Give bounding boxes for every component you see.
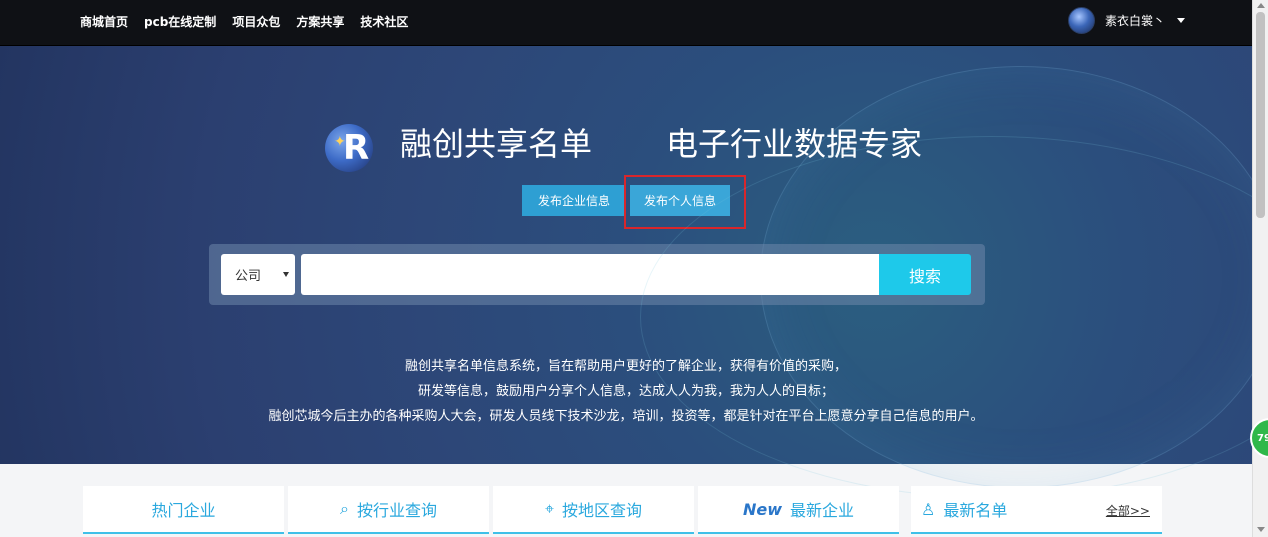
scroll-thumb[interactable]: [1256, 12, 1265, 218]
top-nav: 商城首页 pcb在线定制 项目众包 方案共享 技术社区: [80, 13, 408, 30]
nav-pcb-custom[interactable]: pcb在线定制: [144, 13, 216, 30]
search-input[interactable]: [301, 254, 879, 295]
username[interactable]: 素衣白裳丶: [1105, 12, 1165, 29]
tab-hot-enterprises[interactable]: 热门企业: [83, 486, 284, 534]
nav-solution-share[interactable]: 方案共享: [296, 13, 344, 30]
dropdown-arrow-icon: [283, 272, 290, 277]
category-tabs: 热门企业 ⌕ 按行业查询 ⌖ 按地区查询 New 最新企业 ♙ 最新名单 全部>…: [83, 486, 1162, 534]
tab-industry-label: 按行业查询: [356, 501, 437, 520]
top-navbar: 商城首页 pcb在线定制 项目众包 方案共享 技术社区 素衣白裳丶: [0, 0, 1252, 46]
avatar[interactable]: [1068, 7, 1095, 34]
highlight-box: [624, 175, 746, 229]
user-menu[interactable]: 素衣白裳丶: [1068, 7, 1186, 34]
page-subtitle: 电子行业数据专家: [666, 125, 923, 163]
scroll-down-icon[interactable]: [1257, 527, 1265, 532]
view-all-link[interactable]: 全部>>: [1106, 502, 1150, 519]
search-button[interactable]: 搜索: [879, 254, 971, 295]
search-bar: 公司 搜索: [209, 244, 985, 305]
tab-newest-label: 最新企业: [790, 501, 855, 520]
brand-logo-icon: ✦ R: [325, 124, 373, 172]
hero-banner: ✦ R 融创共享名单 电子行业数据专家 发布企业信息 发布个人信息 公司 搜索 …: [0, 46, 1268, 498]
tab-by-industry[interactable]: ⌕ 按行业查询: [288, 486, 489, 534]
nav-crowdsourcing[interactable]: 项目众包: [232, 13, 280, 30]
new-badge-icon: New: [742, 499, 782, 519]
tab-by-region[interactable]: ⌖ 按地区查询: [493, 486, 694, 534]
search-type-select[interactable]: 公司: [221, 254, 295, 295]
nav-mall-home[interactable]: 商城首页: [80, 13, 128, 30]
tab-newest-enterprises[interactable]: New 最新企业: [698, 486, 899, 534]
tab-hot-label: 热门企业: [151, 501, 216, 520]
page-title: 融创共享名单: [400, 125, 593, 163]
intro-line-3: 融创芯城今后主办的各种采购人大会，研发人员线下技术沙龙，培训，投资等，都是针对在…: [268, 409, 984, 424]
search-type-value: 公司: [235, 269, 262, 284]
tab-latest-list[interactable]: ♙ 最新名单 全部>>: [911, 486, 1162, 534]
publish-enterprise-button[interactable]: 发布企业信息: [522, 185, 626, 216]
industry-search-icon: ⌕: [340, 499, 349, 518]
tab-region-label: 按地区查询: [562, 501, 643, 520]
nav-tech-community[interactable]: 技术社区: [360, 13, 408, 30]
user-list-icon: ♙: [921, 499, 936, 519]
scroll-up-icon[interactable]: [1257, 3, 1265, 8]
intro-line-2: 研发等信息，鼓励用户分享个人信息，达成人人为我，我为人人的目标；: [417, 384, 834, 399]
tab-latest-label: 最新名单: [943, 501, 1008, 520]
chevron-down-icon[interactable]: [1177, 18, 1186, 23]
map-pin-icon: ⌖: [544, 499, 554, 518]
intro-text: 融创共享名单信息系统，旨在帮助用户更好的了解企业，获得有价值的采购， 研发等信息…: [0, 354, 1252, 429]
logo-letter: R: [343, 128, 370, 168]
intro-line-1: 融创共享名单信息系统，旨在帮助用户更好的了解企业，获得有价值的采购，: [404, 359, 847, 374]
